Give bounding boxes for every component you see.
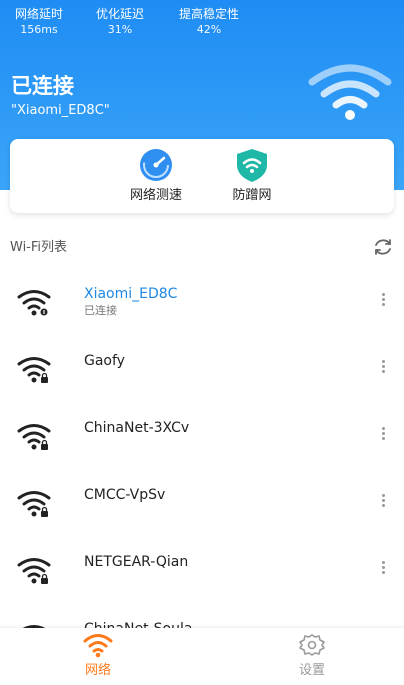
more-options-icon[interactable]	[376, 291, 390, 309]
wifi-list-title: Wi-Fi列表	[10, 240, 68, 255]
wifi-tab-icon	[83, 634, 113, 658]
wifi-signal-icon	[17, 290, 51, 316]
wifi-name: Gaofy	[84, 353, 125, 369]
stats-bar: 网络延时 156ms 优化延迟 31% 提高稳定性 42%	[0, 6, 404, 40]
wifi-locked-icon	[17, 491, 51, 517]
wifi-list-header: Wi-Fi列表	[10, 236, 394, 256]
wifi-name-connected: Xiaomi_ED8C	[84, 286, 178, 302]
more-options-icon[interactable]	[376, 425, 390, 443]
wifi-list-item[interactable]: CMCC-VpSv	[0, 474, 404, 541]
wifi-locked-icon	[17, 558, 51, 584]
connected-ssid: "Xiaomi_ED8C"	[11, 103, 110, 118]
wifi-name: CMCC-VpSv	[84, 487, 166, 503]
stat-label: 优化延迟	[95, 7, 144, 21]
wifi-list-item[interactable]: Gaofy	[0, 340, 404, 407]
stat-value: 156ms	[20, 23, 58, 36]
app-screen: 网络延时 156ms 优化延迟 31% 提高稳定性 42% 已连接 "Xiaom…	[0, 0, 404, 685]
wifi-list-item[interactable]: ChinaNet-3XCv	[0, 407, 404, 474]
wifi-status: 已连接	[84, 304, 117, 317]
wifi-list-item[interactable]: Xiaomi_ED8C 已连接	[0, 273, 404, 340]
gear-icon	[299, 634, 325, 656]
tool-label: 防蹭网	[232, 188, 272, 203]
connection-status: 已连接 "Xiaomi_ED8C"	[11, 72, 110, 120]
stat-value: 31%	[107, 23, 133, 36]
stat-label: 提高稳定性	[178, 7, 239, 21]
wifi-signal-large-icon	[308, 64, 392, 120]
wifi-locked-icon	[17, 424, 51, 450]
speed-test-button[interactable]: 网络测速	[116, 147, 196, 205]
more-options-icon[interactable]	[376, 559, 390, 577]
wifi-name: NETGEAR-Qian	[84, 554, 189, 570]
speedometer-icon	[140, 149, 172, 181]
tab-settings[interactable]: 设置	[272, 632, 352, 680]
wifi-list-item[interactable]: NETGEAR-Qian	[0, 541, 404, 608]
tab-network[interactable]: 网络	[58, 632, 138, 680]
stat-latency: 网络延时 156ms	[8, 6, 70, 38]
status-title: 已连接	[11, 74, 74, 98]
wifi-name: ChinaNet-3XCv	[84, 420, 190, 436]
stat-stability: 提高稳定性 42%	[170, 6, 248, 38]
more-options-icon[interactable]	[376, 358, 390, 376]
bottom-nav: 网络 设置	[0, 628, 404, 685]
stat-optimize: 优化延迟 31%	[88, 6, 152, 38]
info-badge-icon	[40, 308, 48, 316]
tools-card: 网络测速 防蹭网	[10, 139, 394, 213]
more-options-icon[interactable]	[376, 492, 390, 510]
tab-label: 网络	[84, 663, 111, 678]
wifi-locked-icon	[17, 357, 51, 383]
tool-label: 网络测速	[129, 188, 182, 203]
stat-value: 42%	[196, 23, 222, 36]
refresh-icon[interactable]	[372, 236, 394, 258]
tab-label: 设置	[298, 663, 325, 678]
stat-label: 网络延时	[14, 7, 63, 21]
shield-wifi-icon	[237, 149, 267, 182]
anti-leech-button[interactable]: 防蹭网	[212, 147, 292, 205]
